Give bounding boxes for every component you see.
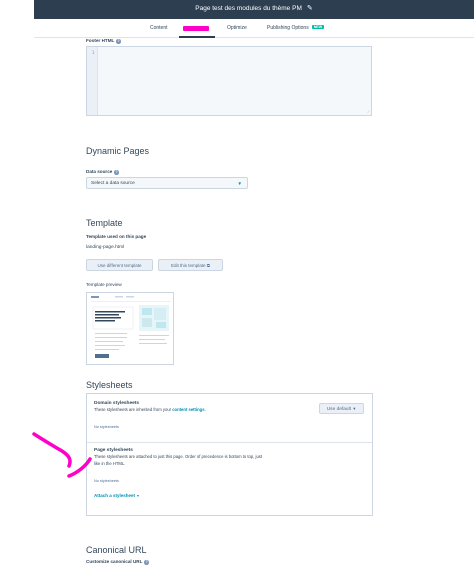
data-source-value: Select a data source: [91, 181, 135, 186]
resize-grip-icon[interactable]: ⟋: [367, 109, 370, 114]
external-link-icon: ⧉: [206, 263, 210, 268]
stylesheets-card: Domain stylesheets These stylesheets are…: [86, 393, 373, 516]
dropdown-caret-icon: ▼: [352, 406, 357, 411]
new-badge: NEW: [311, 25, 325, 29]
template-preview-thumbnail: [86, 292, 174, 365]
card-divider: [87, 442, 372, 443]
stylesheets-title: Stylesheets: [86, 380, 133, 390]
edit-template-label: Edit this template: [170, 263, 206, 268]
settings-content: Footer HTML? 1 ⟋ Dynamic Pages Data sour…: [34, 38, 474, 570]
template-title: Template: [86, 218, 123, 228]
edit-pencil-icon[interactable]: ✎: [307, 4, 313, 12]
template-used-label: Template used on this page: [86, 234, 147, 239]
use-different-template-button[interactable]: Use different template: [86, 259, 153, 271]
template-name: landing-page.html: [86, 245, 125, 250]
header-dark-bar: Page test des modules du thème PM ✎: [34, 0, 474, 19]
info-help-icon[interactable]: ?: [114, 170, 119, 175]
tab-publishing-options-label: Publishing Options: [267, 25, 309, 31]
attach-stylesheet-label: Attach a stylesheet: [94, 493, 136, 498]
editor-header: Page test des modules du thème PM ✎ Conte…: [0, 0, 474, 38]
template-preview-image: [87, 293, 173, 364]
footer-html-label: Footer HTML?: [86, 38, 121, 44]
data-source-select[interactable]: Select a data source ▼: [86, 177, 248, 189]
domain-desc-suffix: .: [204, 407, 206, 412]
page-title-bar: Page test des modules du thème PM ✎: [34, 4, 474, 12]
page-title[interactable]: Page test des modules du thème PM: [195, 5, 302, 12]
template-preview-label: Template preview: [86, 282, 122, 287]
editor-tabs: Content Settings Optimize Publishing Opt…: [34, 19, 474, 38]
dropdown-caret-icon: ▼: [237, 181, 242, 186]
page-stylesheets-desc: These stylesheets are attached to just t…: [94, 454, 344, 467]
info-help-icon[interactable]: ?: [116, 39, 121, 44]
dropdown-caret-icon: ▼: [136, 494, 140, 498]
tab-publishing-options[interactable]: Publishing Options NEW: [267, 25, 325, 31]
tab-optimize[interactable]: Optimize: [227, 25, 247, 31]
domain-stylesheets-title: Domain stylesheets: [94, 401, 140, 406]
domain-desc-prefix: These stylesheets are inherited from you…: [94, 407, 172, 412]
tab-settings[interactable]: Settings: [183, 26, 210, 32]
domain-stylesheets-desc: These stylesheets are inherited from you…: [94, 407, 206, 414]
data-source-label-text: Data source: [86, 169, 113, 174]
customize-canonical-text: Customize canonical URL: [86, 559, 143, 564]
footer-html-label-text: Footer HTML: [86, 38, 115, 43]
annotation-arrow: [32, 432, 92, 478]
footer-html-editor[interactable]: 1 ⟋: [86, 46, 372, 116]
use-default-dropdown[interactable]: Use default ▼: [319, 403, 364, 414]
info-help-icon[interactable]: ?: [144, 560, 149, 565]
line-number-gutter: [87, 47, 98, 115]
attach-stylesheet-link[interactable]: Attach a stylesheet ▼: [94, 493, 140, 498]
dynamic-pages-title: Dynamic Pages: [86, 146, 150, 156]
tab-content[interactable]: Content: [150, 25, 168, 31]
use-default-label: Use default: [326, 407, 351, 412]
customize-canonical-label: Customize canonical URL?: [86, 559, 149, 565]
data-source-label: Data source?: [86, 169, 119, 175]
canonical-url-title: Canonical URL: [86, 545, 147, 555]
edit-template-button[interactable]: Edit this template ⧉: [158, 259, 223, 271]
page-desc-line1: These stylesheets are attached to just t…: [94, 454, 263, 459]
content-settings-link[interactable]: content settings: [172, 407, 204, 412]
line-number: 1: [92, 50, 95, 55]
left-gutter: [0, 38, 34, 570]
